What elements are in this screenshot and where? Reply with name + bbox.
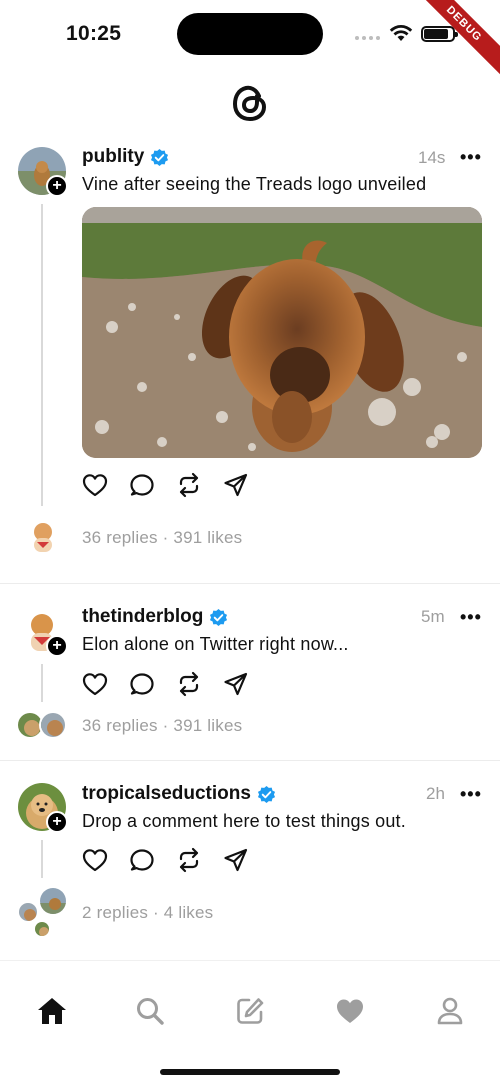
share-icon[interactable]	[221, 669, 251, 699]
verified-badge-icon	[210, 608, 228, 626]
reply-avatar[interactable]	[28, 520, 58, 554]
post-image[interactable]	[82, 207, 482, 458]
follow-plus-icon[interactable]: +	[46, 811, 68, 833]
bottom-navigation	[0, 960, 500, 1084]
post-stats[interactable]: 36 replies · 391 likes	[82, 716, 242, 736]
repost-icon[interactable]	[174, 470, 204, 500]
comment-icon[interactable]	[127, 669, 157, 699]
follow-plus-icon[interactable]: +	[46, 635, 68, 657]
threads-logo-icon[interactable]	[229, 82, 271, 124]
post-divider	[0, 583, 500, 584]
follow-plus-icon[interactable]: +	[46, 175, 68, 197]
reply-avatar[interactable]	[39, 711, 67, 739]
like-icon[interactable]	[80, 470, 110, 500]
share-icon[interactable]	[221, 845, 251, 875]
more-options-icon[interactable]: •••	[460, 784, 482, 805]
thread-line	[41, 204, 43, 506]
thread-line	[41, 664, 43, 702]
search-icon[interactable]	[130, 991, 170, 1031]
repost-icon[interactable]	[174, 669, 204, 699]
reply-avatar[interactable]	[38, 886, 68, 916]
comment-icon[interactable]	[127, 845, 157, 875]
profile-icon[interactable]	[430, 991, 470, 1031]
post-stats[interactable]: 36 replies · 391 likes	[82, 528, 242, 548]
post-actions	[80, 845, 251, 875]
verified-badge-icon	[257, 785, 275, 803]
reply-avatar[interactable]	[17, 901, 39, 923]
post-time: 14s	[418, 148, 446, 167]
home-indicator[interactable]	[160, 1069, 340, 1075]
post-text: Drop a comment here to test things out.	[82, 811, 406, 831]
dynamic-island	[177, 13, 323, 55]
home-icon[interactable]	[32, 991, 72, 1031]
like-icon[interactable]	[80, 669, 110, 699]
post-time: 5m	[421, 607, 445, 626]
username[interactable]: tropicalseductions	[82, 783, 251, 805]
like-icon[interactable]	[80, 845, 110, 875]
post-actions	[80, 669, 251, 699]
cellular-signal-icon	[355, 36, 381, 42]
status-bar: 10:25 DEBUG	[0, 0, 500, 81]
post-time: 2h	[426, 784, 445, 803]
thread-line	[41, 840, 43, 878]
post-stats[interactable]: 2 replies · 4 likes	[82, 903, 213, 923]
more-options-icon[interactable]: •••	[460, 147, 482, 168]
reply-avatar[interactable]	[33, 920, 51, 938]
post-actions	[80, 470, 251, 500]
more-options-icon[interactable]: •••	[460, 607, 482, 628]
post-text: Vine after seeing the Treads logo unveil…	[82, 174, 427, 194]
repost-icon[interactable]	[174, 845, 204, 875]
comment-icon[interactable]	[127, 470, 157, 500]
wifi-icon	[389, 25, 413, 41]
username[interactable]: thetinderblog	[82, 606, 203, 628]
activity-heart-icon[interactable]	[330, 991, 370, 1031]
verified-badge-icon	[151, 148, 169, 166]
status-time: 10:25	[66, 22, 122, 45]
share-icon[interactable]	[221, 470, 251, 500]
post-divider	[0, 760, 500, 761]
compose-icon[interactable]	[230, 991, 270, 1031]
username[interactable]: publity	[82, 146, 144, 168]
battery-icon	[421, 26, 458, 42]
post-text: Elon alone on Twitter right now...	[82, 634, 349, 654]
